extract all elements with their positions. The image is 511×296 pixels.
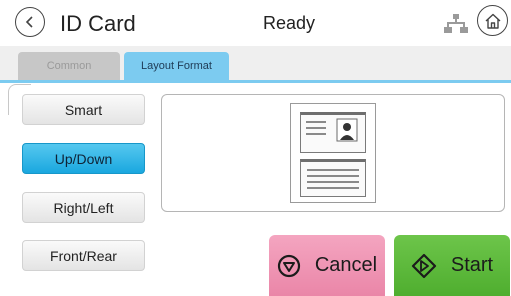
tab-underline: [0, 80, 511, 83]
start-diamond-icon: [411, 253, 436, 278]
start-button[interactable]: Start: [394, 235, 510, 296]
id-card-back-icon: [307, 169, 359, 189]
option-up-down-button[interactable]: Up/Down: [22, 143, 145, 174]
start-label: Start: [450, 254, 494, 276]
home-icon: [485, 13, 500, 29]
network-icon: [444, 14, 468, 33]
layout-preview: [161, 94, 505, 212]
tab-layout-format[interactable]: Layout Format: [124, 52, 229, 80]
back-button[interactable]: [15, 7, 45, 37]
cancel-button[interactable]: Cancel: [269, 235, 385, 296]
top-bar: ID Card Ready: [0, 0, 511, 46]
id-card-front-icon: [306, 118, 358, 142]
cancel-label: Cancel: [314, 254, 378, 276]
option-right-left-button[interactable]: Right/Left: [22, 192, 145, 223]
stop-icon: [277, 254, 300, 277]
page-title: ID Card: [60, 11, 136, 36]
option-front-rear-button[interactable]: Front/Rear: [22, 240, 145, 271]
card-back-preview: [300, 159, 366, 197]
home-button[interactable]: [477, 5, 508, 36]
page-preview: [290, 103, 376, 203]
status-text: Ready: [262, 13, 316, 33]
tab-common[interactable]: Common: [18, 52, 120, 80]
option-smart-button[interactable]: Smart: [22, 94, 145, 125]
card-front-preview: [300, 112, 366, 153]
back-arrow-icon: [25, 16, 33, 28]
